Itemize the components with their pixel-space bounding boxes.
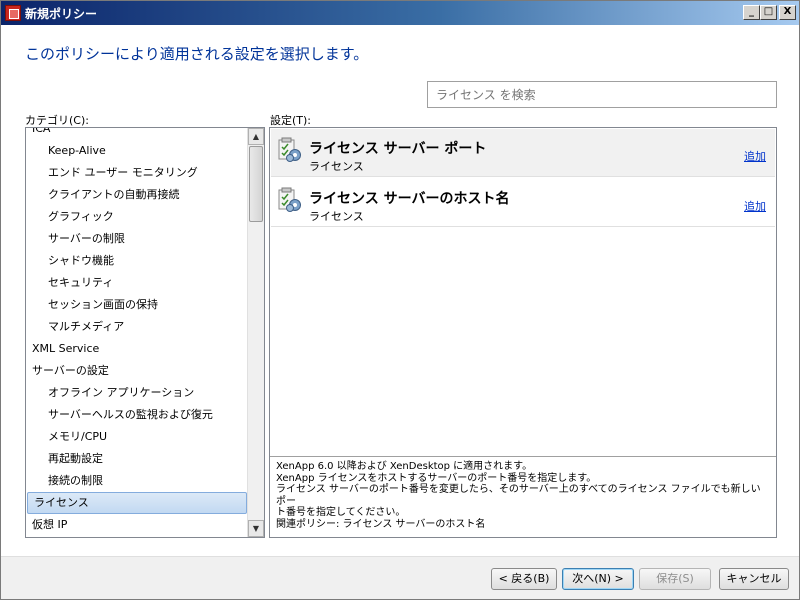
category-item[interactable]: 再起動設定 [26, 448, 248, 470]
add-setting-link[interactable]: 追加 [744, 148, 766, 164]
category-item[interactable]: オフライン アプリケーション [26, 382, 248, 404]
category-item[interactable]: Keep-Alive [26, 140, 248, 162]
title-bar[interactable]: 新規ポリシー _ □ X [1, 1, 799, 25]
search-input[interactable] [427, 81, 777, 108]
description-line: XenApp 6.0 以降および XenDesktop に適用されます。 [276, 461, 533, 472]
policy-setting-icon [278, 187, 302, 213]
category-list-panel: ICA Keep-Alive エンド ユーザー モニタリング クライアントの自動再接続… [25, 127, 265, 538]
next-button[interactable]: 次へ(N) > [562, 568, 634, 590]
category-item[interactable]: サーバーの設定 [26, 360, 248, 382]
description-line: 関連ポリシー: ライセンス サーバーのホスト名 [276, 518, 486, 530]
app-icon [5, 5, 21, 21]
category-item[interactable]: クライアントの自動再接続 [26, 184, 248, 206]
setting-title: ライセンス サーバー ポート [309, 141, 487, 157]
description-line: ト番号を指定してください。 [276, 507, 406, 518]
description-line: ライセンス サーバーのポート番号を変更したら、そのサーバー上のすべてのライセンス… [276, 484, 761, 507]
category-item[interactable]: 仮想 IP [26, 514, 248, 536]
category-label: カテゴリ(C): [25, 114, 89, 127]
description-line: XenApp ライセンスをホストするサーバーのポート番号を指定します。 [276, 472, 597, 484]
dialog-footer: < 戻る(B) 次へ(N) > 保存(S) キャンセル [1, 556, 799, 599]
category-item[interactable]: 接続の制限 [26, 470, 248, 492]
setting-item[interactable]: ライセンス サーバーのホスト名 ライセンス 追加 [271, 179, 775, 227]
category-item[interactable]: メモリ/CPU [26, 426, 248, 448]
category-item[interactable]: サーバーの制限 [26, 228, 248, 250]
category-item[interactable]: シャドウ機能 [26, 250, 248, 272]
close-button[interactable]: X [779, 5, 796, 20]
setting-description: XenApp 6.0 以降および XenDesktop に適用されます。 Xen… [276, 461, 770, 530]
category-item[interactable]: セッション画面の保持 [26, 294, 248, 316]
setting-category: ライセンス [309, 160, 364, 173]
scroll-up-arrow-icon[interactable]: ▲ [248, 128, 264, 145]
category-item[interactable]: エンド ユーザー モニタリング [26, 162, 248, 184]
page-heading: このポリシーにより適用される設定を選択します。 [25, 45, 369, 63]
category-item[interactable]: XML Service [26, 338, 248, 360]
category-item[interactable]: セキュリティ [26, 272, 248, 294]
category-item[interactable]: マルチメディア [26, 316, 248, 338]
category-item[interactable]: ライセンス [27, 492, 247, 514]
cancel-button[interactable]: キャンセル [719, 568, 789, 590]
category-item[interactable]: サーバーヘルスの監視および復元 [26, 404, 248, 426]
setting-title: ライセンス サーバーのホスト名 [309, 191, 510, 207]
setting-item[interactable]: ライセンス サーバー ポート ライセンス 追加 [271, 129, 775, 177]
scroll-down-arrow-icon[interactable]: ▼ [248, 520, 264, 537]
settings-label: 設定(T): [270, 114, 312, 127]
back-button[interactable]: < 戻る(B) [491, 568, 557, 590]
category-list: ICA Keep-Alive エンド ユーザー モニタリング クライアントの自動再接続… [26, 128, 248, 536]
maximize-button[interactable]: □ [760, 5, 777, 20]
minimize-button[interactable]: _ [743, 5, 760, 20]
scroll-thumb[interactable] [249, 146, 263, 222]
window-title: 新規ポリシー [25, 7, 98, 21]
description-divider [270, 456, 776, 457]
setting-category: ライセンス [309, 210, 364, 223]
category-item[interactable]: ICA [26, 128, 248, 140]
save-button[interactable]: 保存(S) [639, 568, 711, 590]
policy-setting-icon [278, 137, 302, 163]
add-setting-link[interactable]: 追加 [744, 198, 766, 214]
settings-list-panel: ライセンス サーバー ポート ライセンス 追加 ライセンス サーバーのホスト名 ライセ… [269, 127, 777, 538]
category-scrollbar[interactable]: ▲ ▼ [247, 128, 264, 537]
policy-window: 新規ポリシー _ □ X このポリシーにより適用される設定を選択します。 カテゴ… [0, 0, 800, 600]
category-item[interactable]: グラフィック [26, 206, 248, 228]
